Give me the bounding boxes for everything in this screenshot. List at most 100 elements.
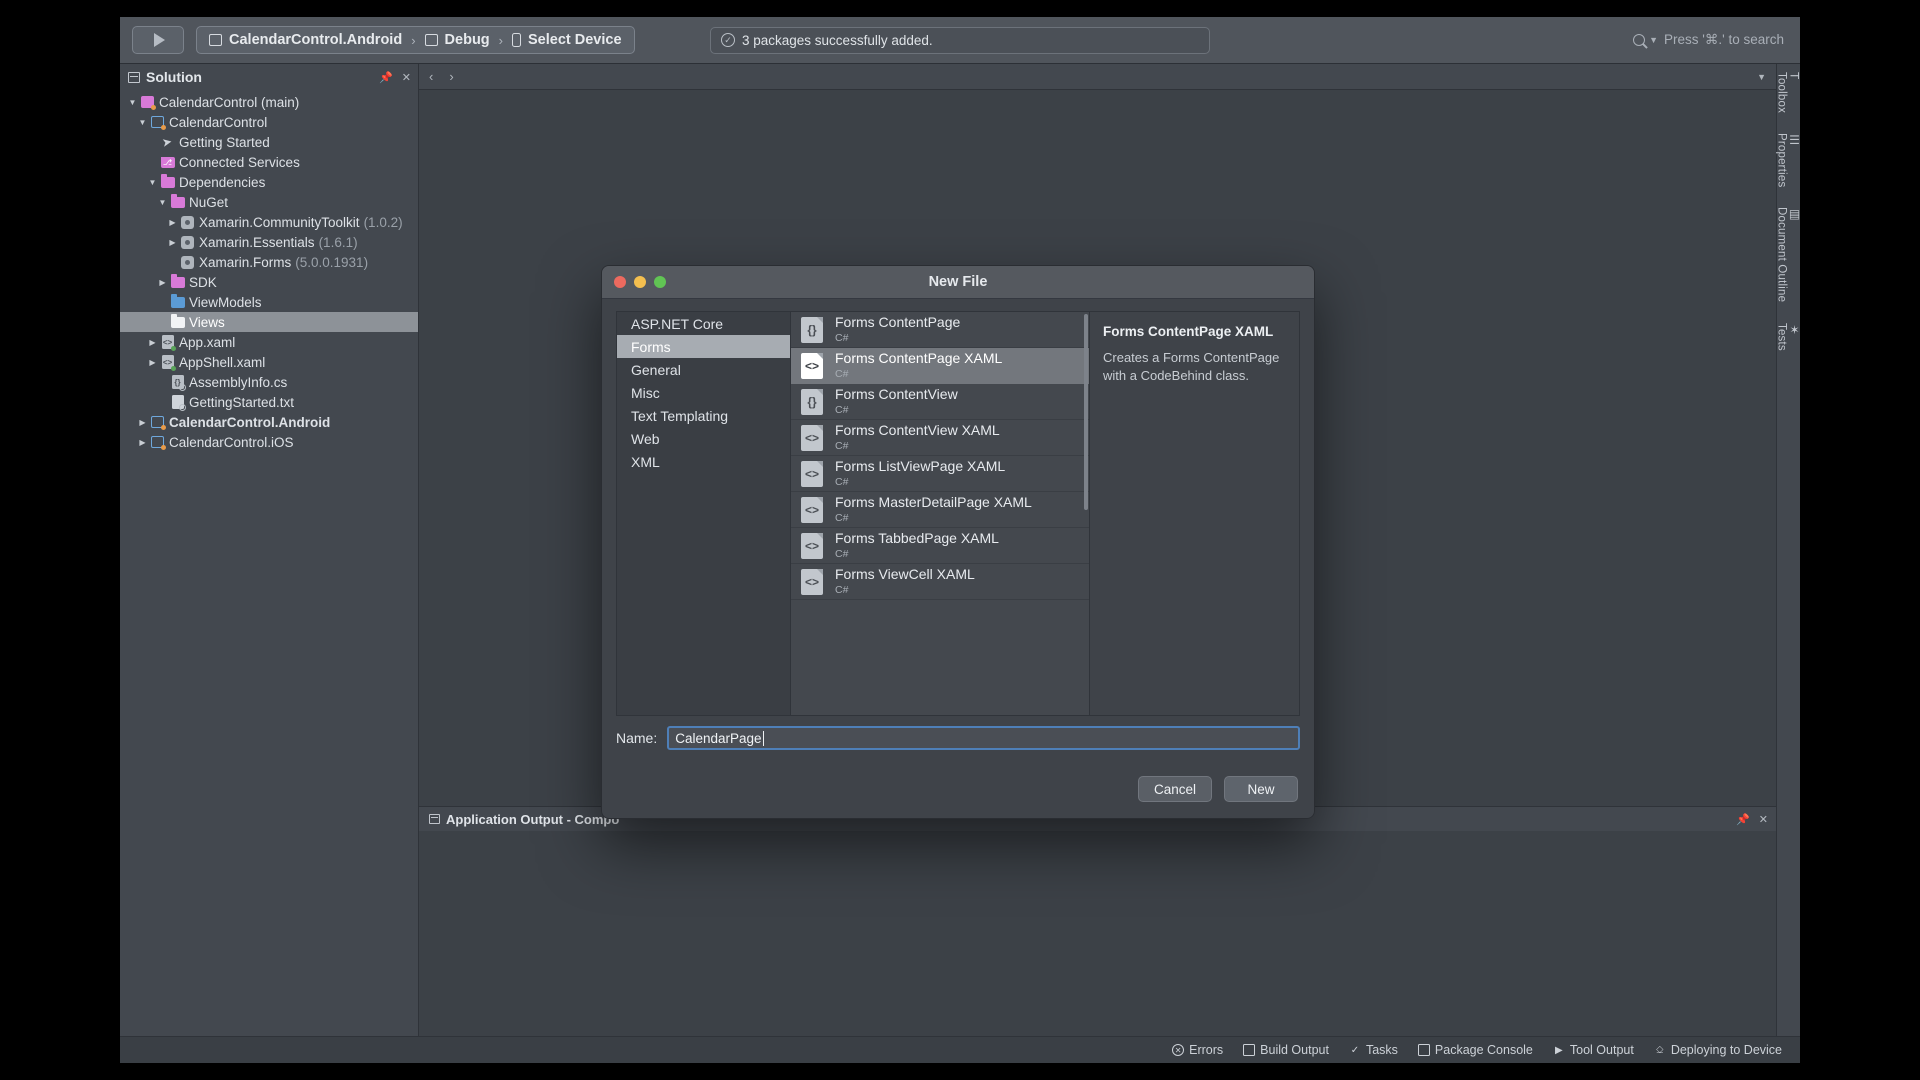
status-bar-item[interactable]: ✓ Tasks — [1349, 1043, 1398, 1057]
tree-item[interactable]: ▶ SDK — [120, 272, 418, 292]
name-input[interactable]: CalendarPage — [667, 726, 1300, 750]
template-item[interactable]: <> Forms ContentView XAML C# — [791, 420, 1089, 456]
disclosure-closed-icon[interactable]: ▶ — [166, 258, 179, 267]
pin-icon[interactable]: 📌 — [1736, 813, 1750, 826]
vtab-document-outline[interactable]: ▤ Document Outline — [1776, 207, 1801, 302]
disclosure-closed-icon[interactable]: ▶ — [146, 138, 159, 147]
template-language: C# — [835, 331, 849, 344]
status-message-text: 3 packages successfully added. — [742, 32, 933, 48]
disclosure-open-icon[interactable]: ▼ — [126, 98, 139, 107]
project-icon — [149, 416, 166, 430]
template-item[interactable]: {} Forms ContentPage C# — [791, 312, 1089, 348]
pin-icon[interactable]: 📌 — [379, 71, 393, 84]
console-icon — [1417, 1044, 1430, 1056]
chevron-down-icon[interactable]: ▼ — [1757, 72, 1766, 82]
disclosure-closed-icon[interactable]: ▶ — [146, 158, 159, 167]
global-search[interactable]: ▼ Press '⌘.' to search — [1633, 32, 1784, 48]
csharp-file-icon: {} — [169, 375, 186, 391]
configuration-selector[interactable]: Debug — [424, 32, 490, 48]
play-icon: ▶ — [1555, 1044, 1563, 1056]
close-icon[interactable]: ✕ — [1759, 813, 1768, 826]
template-item[interactable]: {} Forms ContentView C# — [791, 384, 1089, 420]
tree-item[interactable]: ▶ CalendarControl.Android — [120, 412, 418, 432]
template-language: C# — [835, 547, 849, 560]
tree-item[interactable]: ▼ NuGet — [120, 192, 418, 212]
category-item[interactable]: Web — [617, 427, 790, 450]
template-item[interactable]: <> Forms ViewCell XAML C# — [791, 564, 1089, 600]
tree-item[interactable]: ▶{}AssemblyInfo.cs — [120, 372, 418, 392]
tree-item[interactable]: ▶ Views — [120, 312, 418, 332]
application-output-actions: 📌 ✕ — [1736, 813, 1768, 826]
disclosure-closed-icon[interactable]: ▶ — [156, 298, 169, 307]
status-bar-item[interactable]: ▶ Tool Output — [1553, 1043, 1634, 1057]
target-project-selector[interactable]: CalendarControl.Android — [209, 32, 402, 48]
template-item[interactable]: <> Forms ContentPage XAML C# — [791, 348, 1089, 384]
tree-item[interactable]: ▶ Xamarin.CommunityToolkit (1.0.2) — [120, 212, 418, 232]
minimize-button[interactable] — [634, 276, 646, 288]
status-bar-item[interactable]: Package Console — [1417, 1043, 1533, 1057]
cancel-button[interactable]: Cancel — [1138, 776, 1212, 802]
chevron-left-icon[interactable]: ‹ — [429, 69, 433, 84]
disclosure-closed-icon[interactable]: ▶ — [146, 338, 159, 347]
breadcrumb-separator-2: › — [498, 32, 503, 48]
tree-item[interactable]: ▶ Xamarin.Forms(5.0.0.1931) — [120, 252, 418, 272]
tree-item[interactable]: ▼ CalendarControl (main) — [120, 92, 418, 112]
template-list-scrollbar[interactable] — [1084, 314, 1088, 510]
close-icon[interactable]: ✕ — [402, 71, 411, 84]
disclosure-closed-icon[interactable]: ▶ — [136, 438, 149, 447]
tree-item[interactable]: ▼ Dependencies — [120, 172, 418, 192]
template-item[interactable]: <> Forms TabbedPage XAML C# — [791, 528, 1089, 564]
tree-item[interactable]: ▶ <> AppShell.xaml — [120, 352, 418, 372]
category-item[interactable]: Text Templating — [617, 404, 790, 427]
category-item[interactable]: ASP.NET Core — [617, 312, 790, 335]
category-item[interactable]: Forms — [617, 335, 790, 358]
vtab-toolbox[interactable]: T Toolbox — [1776, 72, 1801, 113]
template-item[interactable]: <> Forms ListViewPage XAML C# — [791, 456, 1089, 492]
disclosure-closed-icon[interactable]: ▶ — [166, 238, 179, 247]
category-item[interactable]: General — [617, 358, 790, 381]
template-item[interactable]: <> Forms MasterDetailPage XAML C# — [791, 492, 1089, 528]
disclosure-open-icon[interactable]: ▼ — [146, 178, 159, 187]
tree-item[interactable]: ▶ <> App.xaml — [120, 332, 418, 352]
disclosure-closed-icon[interactable]: ▶ — [146, 358, 159, 367]
solution-pad-actions: 📌 ✕ — [379, 71, 411, 84]
device-selector[interactable]: Select Device — [512, 32, 622, 48]
tree-item-label: Dependencies — [179, 174, 266, 190]
disclosure-closed-icon[interactable]: ▶ — [156, 378, 169, 387]
close-button[interactable] — [614, 276, 626, 288]
vtab-tests[interactable]: ✶ Tests — [1776, 323, 1801, 351]
vtab-properties[interactable]: ☰ Properties — [1776, 133, 1801, 187]
tree-item[interactable]: ▶➤ Getting Started — [120, 132, 418, 152]
status-bar-item[interactable]: ✕ Errors — [1172, 1043, 1223, 1057]
tree-item-label: Getting Started — [179, 134, 270, 150]
tree-item[interactable]: ▶⎇Connected Services — [120, 152, 418, 172]
status-bar-item[interactable]: ⎐ Deploying to Device — [1654, 1043, 1782, 1057]
disclosure-open-icon[interactable]: ▼ — [156, 198, 169, 207]
disclosure-closed-icon[interactable]: ▶ — [156, 318, 169, 327]
category-item[interactable]: Misc — [617, 381, 790, 404]
disclosure-closed-icon[interactable]: ▶ — [156, 398, 169, 407]
tree-item[interactable]: ▶ CalendarControl.iOS — [120, 432, 418, 452]
xaml-file-icon: <> — [801, 424, 823, 451]
tree-item[interactable]: ▼ CalendarControl — [120, 112, 418, 132]
xaml-file-icon: <> — [801, 352, 823, 379]
tree-item[interactable]: ▶ ViewModels — [120, 292, 418, 312]
tree-item-label: Connected Services — [179, 154, 300, 170]
tree-item[interactable]: ▶ GettingStarted.txt — [120, 392, 418, 412]
disclosure-closed-icon[interactable]: ▶ — [156, 278, 169, 287]
disclosure-closed-icon[interactable]: ▶ — [166, 218, 179, 227]
template-language: C# — [835, 583, 849, 596]
category-item[interactable]: XML — [617, 450, 790, 473]
zoom-button[interactable] — [654, 276, 666, 288]
check-circle-icon: ✓ — [721, 33, 735, 47]
run-button[interactable] — [132, 26, 184, 54]
tree-item[interactable]: ▶ Xamarin.Essentials (1.6.1) — [120, 232, 418, 252]
new-button[interactable]: New — [1224, 776, 1298, 802]
status-bar-item[interactable]: Build Output — [1243, 1043, 1329, 1057]
traffic-lights — [614, 276, 666, 288]
disclosure-closed-icon[interactable]: ▶ — [136, 418, 149, 427]
tree-item-label: CalendarControl.Android — [169, 414, 331, 430]
chevron-right-icon[interactable]: › — [449, 69, 453, 84]
disclosure-open-icon[interactable]: ▼ — [136, 118, 149, 127]
solution-pad-title: Solution — [146, 69, 202, 85]
